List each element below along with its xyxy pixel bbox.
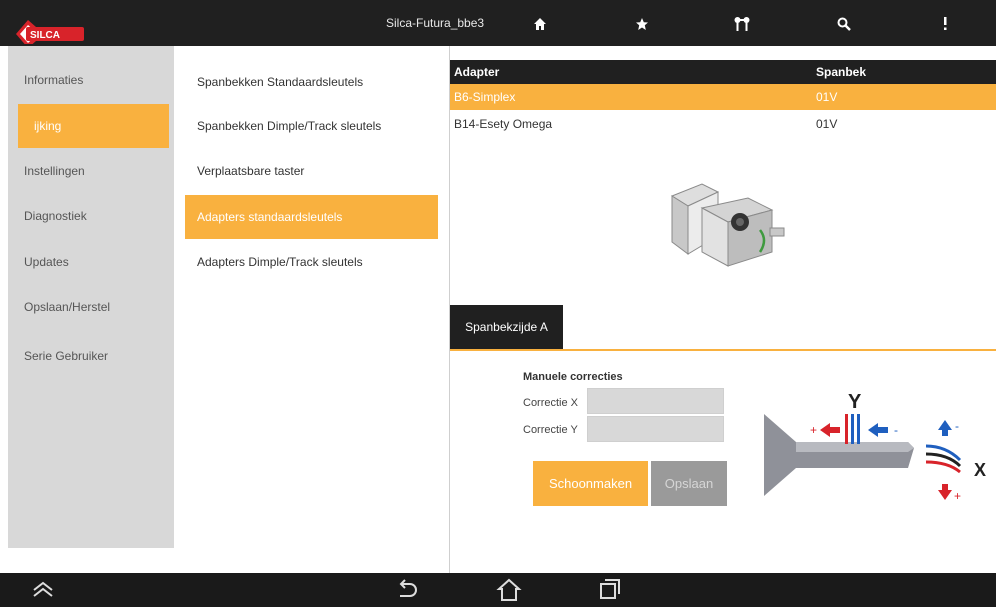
table-row[interactable]: B14-Esety Omega 01V — [450, 111, 996, 137]
star-icon[interactable] — [630, 12, 654, 36]
recent-apps-icon[interactable] — [596, 578, 622, 602]
sidebar-item-updates[interactable]: Updates — [8, 240, 174, 284]
menu-item-adapters-dimple[interactable]: Adapters Dimple/Track sleutels — [185, 240, 438, 284]
logo-text: SILCA — [30, 30, 60, 41]
opslaan-button[interactable]: Opslaan — [651, 461, 727, 506]
sidebar-item-label: Instellingen — [24, 164, 85, 178]
sidebar-item-ijking[interactable]: ijking — [18, 104, 169, 148]
system-nav-bar — [0, 573, 996, 607]
sidebar-item-label: Serie Gebruiker — [24, 349, 109, 363]
adapter-image — [670, 183, 785, 267]
search-icon[interactable] — [832, 12, 856, 36]
tab-label: Spanbekzijde A — [465, 320, 548, 334]
sidebar-item-serie-gebruiker[interactable]: Serie Gebruiker — [8, 334, 174, 378]
correctie-y-input[interactable] — [587, 416, 724, 442]
menu-item-label: Adapters Dimple/Track sleutels — [197, 255, 363, 269]
svg-text:+: + — [954, 489, 961, 503]
sidebar-item-label: ijking — [34, 119, 62, 133]
sidebar-item-label: Updates — [24, 255, 69, 269]
sidebar-item-label: Opslaan/Herstel — [24, 300, 111, 314]
correctie-y-label: Correctie Y — [523, 424, 578, 436]
svg-text:-: - — [955, 419, 959, 433]
cell-spanbek: 01V — [816, 117, 838, 131]
screen: SILCA Silca-Futura_bbe3 Informaties ijki… — [0, 0, 996, 607]
menu-item-label: Adapters standaardsleutels — [197, 210, 343, 224]
sidebar: Informaties ijking Instellingen Diagnost… — [8, 46, 174, 548]
menu-item-label: Spanbekken Dimple/Track sleutels — [197, 119, 382, 133]
menu-item-label: Verplaatsbare taster — [197, 164, 305, 178]
table-row[interactable]: B6-Simplex 01V — [450, 84, 996, 110]
sidebar-item-instellingen[interactable]: Instellingen — [8, 149, 174, 193]
home-icon[interactable] — [528, 12, 552, 36]
column-header-spanbek: Spanbek — [816, 65, 867, 79]
back-icon[interactable] — [394, 578, 420, 602]
corrections-title: Manuele correcties — [523, 371, 623, 383]
silca-logo: SILCA — [16, 20, 84, 44]
cell-spanbek: 01V — [816, 90, 838, 104]
schoonmaken-button[interactable]: Schoonmaken — [533, 461, 648, 506]
correctie-x-input[interactable] — [587, 388, 724, 414]
sidebar-item-informaties[interactable]: Informaties — [8, 58, 174, 102]
key-correction-diagram: Y + - - X + — [764, 391, 986, 503]
tab-spanbekzijde-a[interactable]: Spanbekzijde A — [450, 305, 563, 349]
table-header: Adapter Spanbek — [450, 60, 996, 84]
menu-item-label: Spanbekken Standaardsleutels — [197, 75, 364, 89]
overflow-menu-icon[interactable] — [933, 12, 957, 36]
svg-text:-: - — [894, 423, 898, 437]
collapse-icon[interactable] — [30, 578, 56, 602]
cell-adapter: B14-Esety Omega — [454, 117, 553, 131]
home-icon[interactable] — [496, 578, 522, 602]
key-icon[interactable] — [730, 12, 754, 36]
app-title: Silca-Futura_bbe3 — [386, 16, 485, 30]
sidebar-item-opslaan-herstel[interactable]: Opslaan/Herstel — [8, 285, 174, 329]
cell-adapter: B6-Simplex — [454, 90, 516, 104]
diagram-x-label: X — [974, 460, 986, 480]
sidebar-item-label: Informaties — [24, 73, 84, 87]
tab-underline — [450, 349, 996, 351]
menu-item-spanbekken-standaard[interactable]: Spanbekken Standaardsleutels — [185, 60, 438, 104]
diagram-y-label: Y — [848, 391, 862, 413]
menu-item-spanbekken-dimple[interactable]: Spanbekken Dimple/Track sleutels — [185, 104, 438, 148]
sidebar-item-diagnostiek[interactable]: Diagnostiek — [8, 194, 174, 238]
correctie-x-label: Correctie X — [523, 397, 579, 409]
svg-text:+: + — [810, 423, 817, 437]
menu-item-verplaatsbare-taster[interactable]: Verplaatsbare taster — [185, 149, 438, 193]
sidebar-item-label: Diagnostiek — [24, 209, 87, 223]
menu-item-adapters-standaard[interactable]: Adapters standaardsleutels — [185, 195, 438, 239]
app-bar: SILCA Silca-Futura_bbe3 — [0, 0, 996, 46]
column-header-adapter: Adapter — [454, 65, 500, 79]
